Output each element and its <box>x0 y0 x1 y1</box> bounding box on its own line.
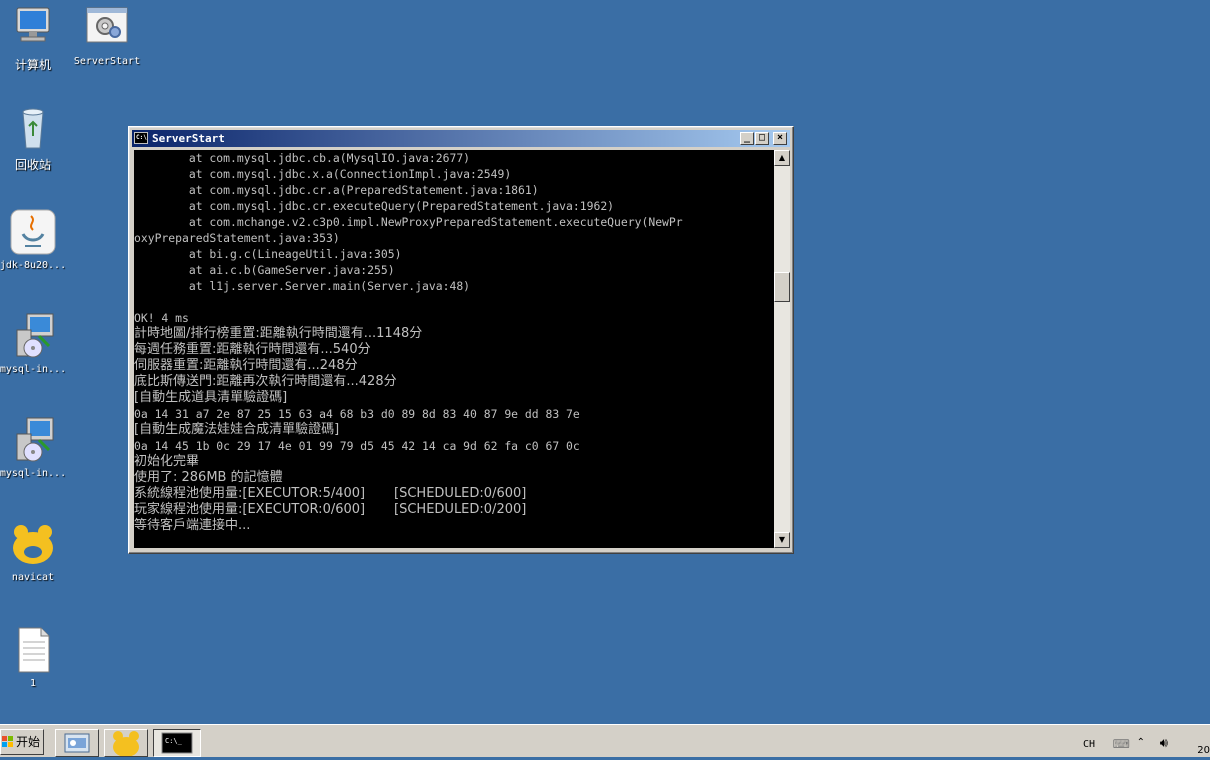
batch-file-gear-icon <box>83 4 131 52</box>
show-hidden-icons-chevron-icon[interactable]: ⌃ <box>1137 737 1145 748</box>
console-icon-text: C:\_ <box>165 737 183 745</box>
console-window[interactable]: C:\ ServerStart _ □ × at com.mysql.jdbc.… <box>128 126 794 554</box>
desktop-icon-label: mysql-in... <box>0 468 67 479</box>
quicklaunch-server-manager[interactable] <box>55 729 99 757</box>
start-label: 开始 <box>16 735 41 749</box>
desktop-icon-label: ServerStart <box>73 56 141 67</box>
navicat-icon <box>9 520 57 568</box>
console-icon: C:\ <box>134 132 148 144</box>
console-line: [自動生成魔法娃娃合成清單驗證碼] <box>134 422 340 437</box>
console-line: 系統線程池使用量:[EXECUTOR:5/400] [SCHEDULED:0/6… <box>134 486 527 501</box>
scroll-thumb[interactable] <box>774 272 790 302</box>
console-line: 底比斯傳送門:距離再次執行時間還有...428分 <box>134 374 397 389</box>
console-line: 0a 14 45 1b 0c 29 17 4e 01 99 79 d5 45 4… <box>134 439 580 453</box>
server-manager-icon <box>64 733 90 753</box>
desktop: 计算机 ServerStart 回收站 jdk-8u20... mysql-in… <box>0 0 1210 724</box>
console-line: at ai.c.b(GameServer.java:255) <box>134 263 395 277</box>
java-icon <box>9 208 57 256</box>
desktop-icon-label: 1 <box>29 678 37 689</box>
console-line: oxyPreparedStatement.java:353) <box>134 231 340 245</box>
close-button[interactable]: × <box>773 132 787 145</box>
desktop-icon-jdk-installer[interactable]: jdk-8u20... <box>0 208 68 271</box>
taskbar-item-serverstart[interactable]: C:\_ <box>153 729 201 757</box>
desktop-icon-serverstart[interactable]: ServerStart <box>72 4 142 67</box>
quicklaunch-navicat[interactable] <box>104 729 148 757</box>
console-line: 玩家線程池使用量:[EXECUTOR:0/600] [SCHEDULED:0/2… <box>134 502 527 517</box>
computer-icon <box>9 4 57 52</box>
desktop-icon-label: navicat <box>11 572 55 583</box>
console-line: at com.mysql.jdbc.cb.a(MysqlIO.java:2677… <box>134 151 471 165</box>
keyboard-icon[interactable]: ⌨ <box>1113 737 1130 751</box>
clock[interactable]: 20 <box>1197 745 1210 756</box>
desktop-icon-navicat[interactable]: navicat <box>0 520 68 583</box>
console-line: 使用了: 286MB 的記憶體 <box>134 470 283 485</box>
console-line: 伺服器重置:距離執行時間還有...248分 <box>134 358 358 373</box>
desktop-icon-mysql-installer-2[interactable]: mysql-in... <box>0 416 68 479</box>
desktop-icon-mysql-installer-1[interactable]: mysql-in... <box>0 312 68 375</box>
language-indicator[interactable]: CH <box>1083 739 1095 750</box>
console-line: 初始化完畢 <box>134 454 200 469</box>
desktop-icon-label: 回收站 <box>14 158 51 172</box>
recycle-bin-icon <box>9 104 57 152</box>
installer-icon <box>9 312 57 360</box>
minimize-button[interactable]: _ <box>740 132 754 145</box>
console-line: 每週任務重置:距離執行時間還有...540分 <box>134 342 371 357</box>
console-output[interactable]: at com.mysql.jdbc.cb.a(MysqlIO.java:2677… <box>134 150 774 548</box>
desktop-icon-computer[interactable]: 计算机 <box>0 4 68 73</box>
console-line: at com.mysql.jdbc.cr.a(PreparedStatement… <box>134 183 539 197</box>
maximize-button[interactable]: □ <box>755 132 769 145</box>
scroll-up-arrow-icon[interactable]: ▲ <box>774 150 790 166</box>
windows-flag-icon <box>2 736 13 747</box>
desktop-icon-label: 计算机 <box>14 58 51 72</box>
console-line: [自動生成道具清單驗證碼] <box>134 390 288 405</box>
console-line: 計時地圖/排行榜重置:距離執行時間還有...1148分 <box>134 326 423 341</box>
navicat-icon <box>113 731 139 757</box>
vertical-scrollbar[interactable]: ▲ ▼ <box>774 150 790 548</box>
console-icon: C:\_ <box>161 732 193 754</box>
console-line: at com.mysql.jdbc.x.a(ConnectionImpl.jav… <box>134 167 512 181</box>
volume-icon[interactable]: 🔊︎ <box>1160 736 1168 751</box>
window-titlebar[interactable]: C:\ ServerStart _ □ × <box>132 130 790 147</box>
console-line: at l1j.server.Server.main(Server.java:48… <box>134 279 471 293</box>
console-line: 0a 14 31 a7 2e 87 25 15 63 a4 68 b3 d0 8… <box>134 407 580 421</box>
desktop-icon-text-file[interactable]: 1 <box>0 626 68 689</box>
console-line: at com.mysql.jdbc.cr.executeQuery(Prepar… <box>134 199 615 213</box>
text-file-icon <box>9 626 57 674</box>
start-button[interactable]: 开始 <box>0 729 44 755</box>
desktop-icon-label: jdk-8u20... <box>0 260 67 271</box>
console-line: 等待客戶端連接中... <box>134 518 251 533</box>
console-line: at com.mchange.v2.c3p0.impl.NewProxyPrep… <box>134 215 683 229</box>
window-title: ServerStart <box>152 132 225 145</box>
desktop-icon-recycle-bin[interactable]: 回收站 <box>0 104 68 173</box>
installer-icon <box>9 416 57 464</box>
console-line: OK! 4 ms <box>134 311 189 325</box>
scroll-down-arrow-icon[interactable]: ▼ <box>774 532 790 548</box>
desktop-icon-label: mysql-in... <box>0 364 67 375</box>
console-line: at bi.g.c(LineageUtil.java:305) <box>134 247 402 261</box>
taskbar: 开始 C:\_ CH ⌨ ⌃ 🔊︎ 20 <box>0 724 1210 757</box>
